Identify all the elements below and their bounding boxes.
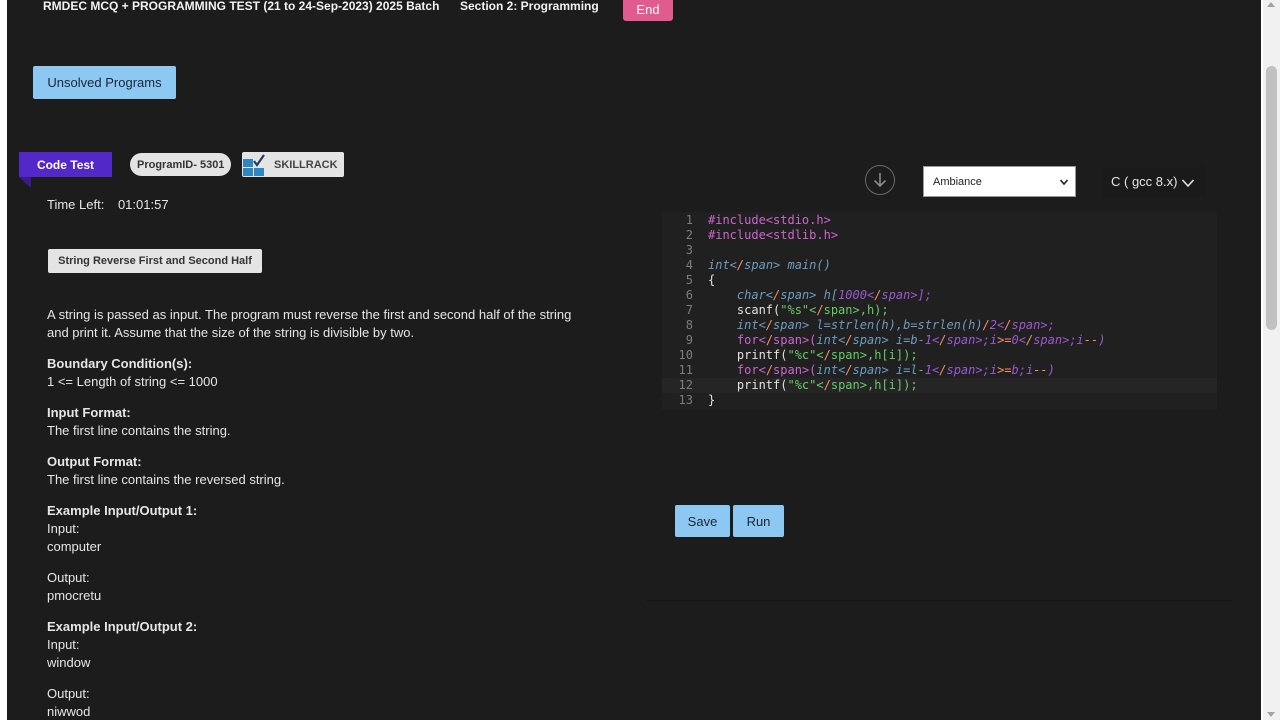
input-format-text: The first line contains the string. [47, 423, 231, 438]
line-number: 7 [685, 303, 693, 317]
example-2-heading: Example Input/Output 2: [47, 619, 198, 634]
code-text: printf("%c"</span>,h[i]); [708, 378, 918, 392]
panel-divider [647, 600, 1232, 601]
output-format-text: The first line contains the reversed str… [47, 472, 285, 487]
code-line[interactable]: 1 #include<stdio.h> [662, 213, 1217, 228]
scrollbar-thumb[interactable] [1266, 66, 1277, 330]
language-select-value: C ( gcc 8.x) [1111, 174, 1178, 189]
skillrack-logo-icon [242, 153, 266, 177]
example-2-input-label: Input: [47, 637, 80, 652]
code-line[interactable]: 3 [662, 243, 1217, 258]
code-text: { [708, 273, 716, 287]
problem-description: A string is passed as input. The program… [47, 306, 607, 720]
code-text: for</span>(int</span> i=l-1</span>;i>=b;… [736, 363, 1055, 377]
boundary-heading: Boundary Condition(s): [47, 356, 193, 371]
line-number: 8 [685, 318, 693, 332]
line-number: 11 [678, 363, 693, 377]
code-text: char</span> h[1000</span>]; [736, 288, 932, 302]
scroll-down-icon[interactable] [1267, 712, 1275, 717]
line-number: 6 [685, 288, 693, 302]
chevron-down-icon [1059, 177, 1069, 190]
download-icon[interactable] [865, 165, 895, 195]
theme-select-value: Ambiance [933, 175, 982, 188]
code-line[interactable]: 10 printf("%c"</span>,h[i]); [662, 348, 1217, 363]
line-number: 12 [678, 378, 693, 392]
time-left-label: Time Left: [47, 197, 105, 212]
page-scrollbar[interactable] [1263, 0, 1280, 720]
language-select[interactable]: C ( gcc 8.x) [1103, 166, 1205, 197]
boundary-text: 1 <= Length of string <= 1000 [47, 374, 218, 389]
code-editor[interactable]: 1 #include<stdio.h> 2 #include<stdlib.h> 3 4 i… [662, 212, 1217, 410]
line-number: 13 [678, 393, 693, 407]
example-1-output: pmocretu [47, 588, 102, 603]
example-1-heading: Example Input/Output 1: [47, 503, 198, 518]
example-1-input: computer [47, 539, 102, 554]
code-line[interactable]: 12 printf("%c"</span>,h[i]); [662, 378, 1217, 393]
code-line[interactable]: 4 int</span> main() [662, 258, 1217, 273]
code-line[interactable]: 11 for</span>(int</span> i=l-1</span>;i>… [662, 363, 1217, 378]
code-text: int</span> main() [708, 258, 831, 272]
code-line[interactable]: 5{ [662, 273, 1217, 288]
time-left: Time Left: 01:01:57 [47, 197, 169, 212]
scroll-up-icon[interactable] [1267, 2, 1275, 7]
description-line: A string is passed as input. The program… [47, 307, 572, 322]
end-button[interactable]: End [623, 0, 673, 21]
line-number: 1 [685, 213, 693, 227]
code-text: #include<stdio.h> [708, 213, 831, 227]
section-title: Section 2: Programming [460, 0, 599, 13]
code-text: } [708, 393, 716, 407]
test-page: RMDEC MCQ + PROGRAMMING TEST (21 to 24-S… [7, 0, 1261, 720]
description-line: and print it. Assume that the size of th… [47, 325, 415, 340]
code-text: scanf("%s"</span>,h); [708, 303, 889, 317]
run-button[interactable]: Run [733, 505, 784, 537]
code-text: #include<stdlib.h> [708, 228, 839, 242]
problem-title: String Reverse First and Second Half [48, 249, 262, 273]
line-number: 2 [685, 228, 693, 242]
code-text: printf("%c"</span>,h[i]); [708, 348, 918, 362]
output-format-heading: Output Format: [47, 454, 142, 469]
example-1-input-label: Input: [47, 521, 80, 536]
code-text: int</span> l=strlen(h),b=strlen(h)/2</sp… [736, 318, 1055, 332]
example-2-input: window [47, 655, 91, 670]
line-number: 3 [685, 243, 693, 257]
test-title: RMDEC MCQ + PROGRAMMING TEST (21 to 24-S… [43, 0, 440, 13]
code-line[interactable]: 2 #include<stdlib.h> [662, 228, 1217, 243]
code-line[interactable]: 8 int</span> l=strlen(h),b=strlen(h)/2</… [662, 318, 1217, 333]
code-line[interactable]: 7 scanf("%s"</span>,h); [662, 303, 1217, 318]
input-format-heading: Input Format: [47, 405, 131, 420]
editor-theme-select[interactable]: Ambiance [923, 166, 1076, 197]
code-line[interactable]: 6 char</span> h[1000</span>]; [662, 288, 1217, 303]
line-number: 5 [685, 273, 693, 287]
time-left-value: 01:01:57 [117, 197, 169, 212]
example-1-output-label: Output: [47, 570, 90, 585]
code-text: for</span>(int</span> i=b-1</span>;i>=0<… [736, 333, 1106, 347]
skillrack-label: SKILLRACK [274, 158, 338, 171]
example-2-output-label: Output: [47, 686, 90, 701]
code-line[interactable]: 9 for</span>(int</span> i=b-1</span>;i>=… [662, 333, 1217, 348]
code-line[interactable]: 13} [662, 393, 1217, 408]
skillrack-badge: SKILLRACK [242, 152, 344, 177]
chevron-down-icon [1181, 176, 1195, 191]
example-2-output: niwwod [47, 704, 91, 719]
line-number: 4 [685, 258, 693, 272]
program-id-badge: ProgramID- 5301 [130, 153, 232, 176]
unsolved-programs-button[interactable]: Unsolved Programs [33, 66, 176, 99]
tag-fold-decoration [19, 177, 31, 188]
code-test-tag: Code Test [19, 152, 112, 177]
line-number: 9 [685, 333, 693, 347]
header-bar: RMDEC MCQ + PROGRAMMING TEST (21 to 24-S… [7, 0, 1261, 22]
line-number: 10 [678, 348, 693, 362]
save-button[interactable]: Save [675, 505, 730, 537]
